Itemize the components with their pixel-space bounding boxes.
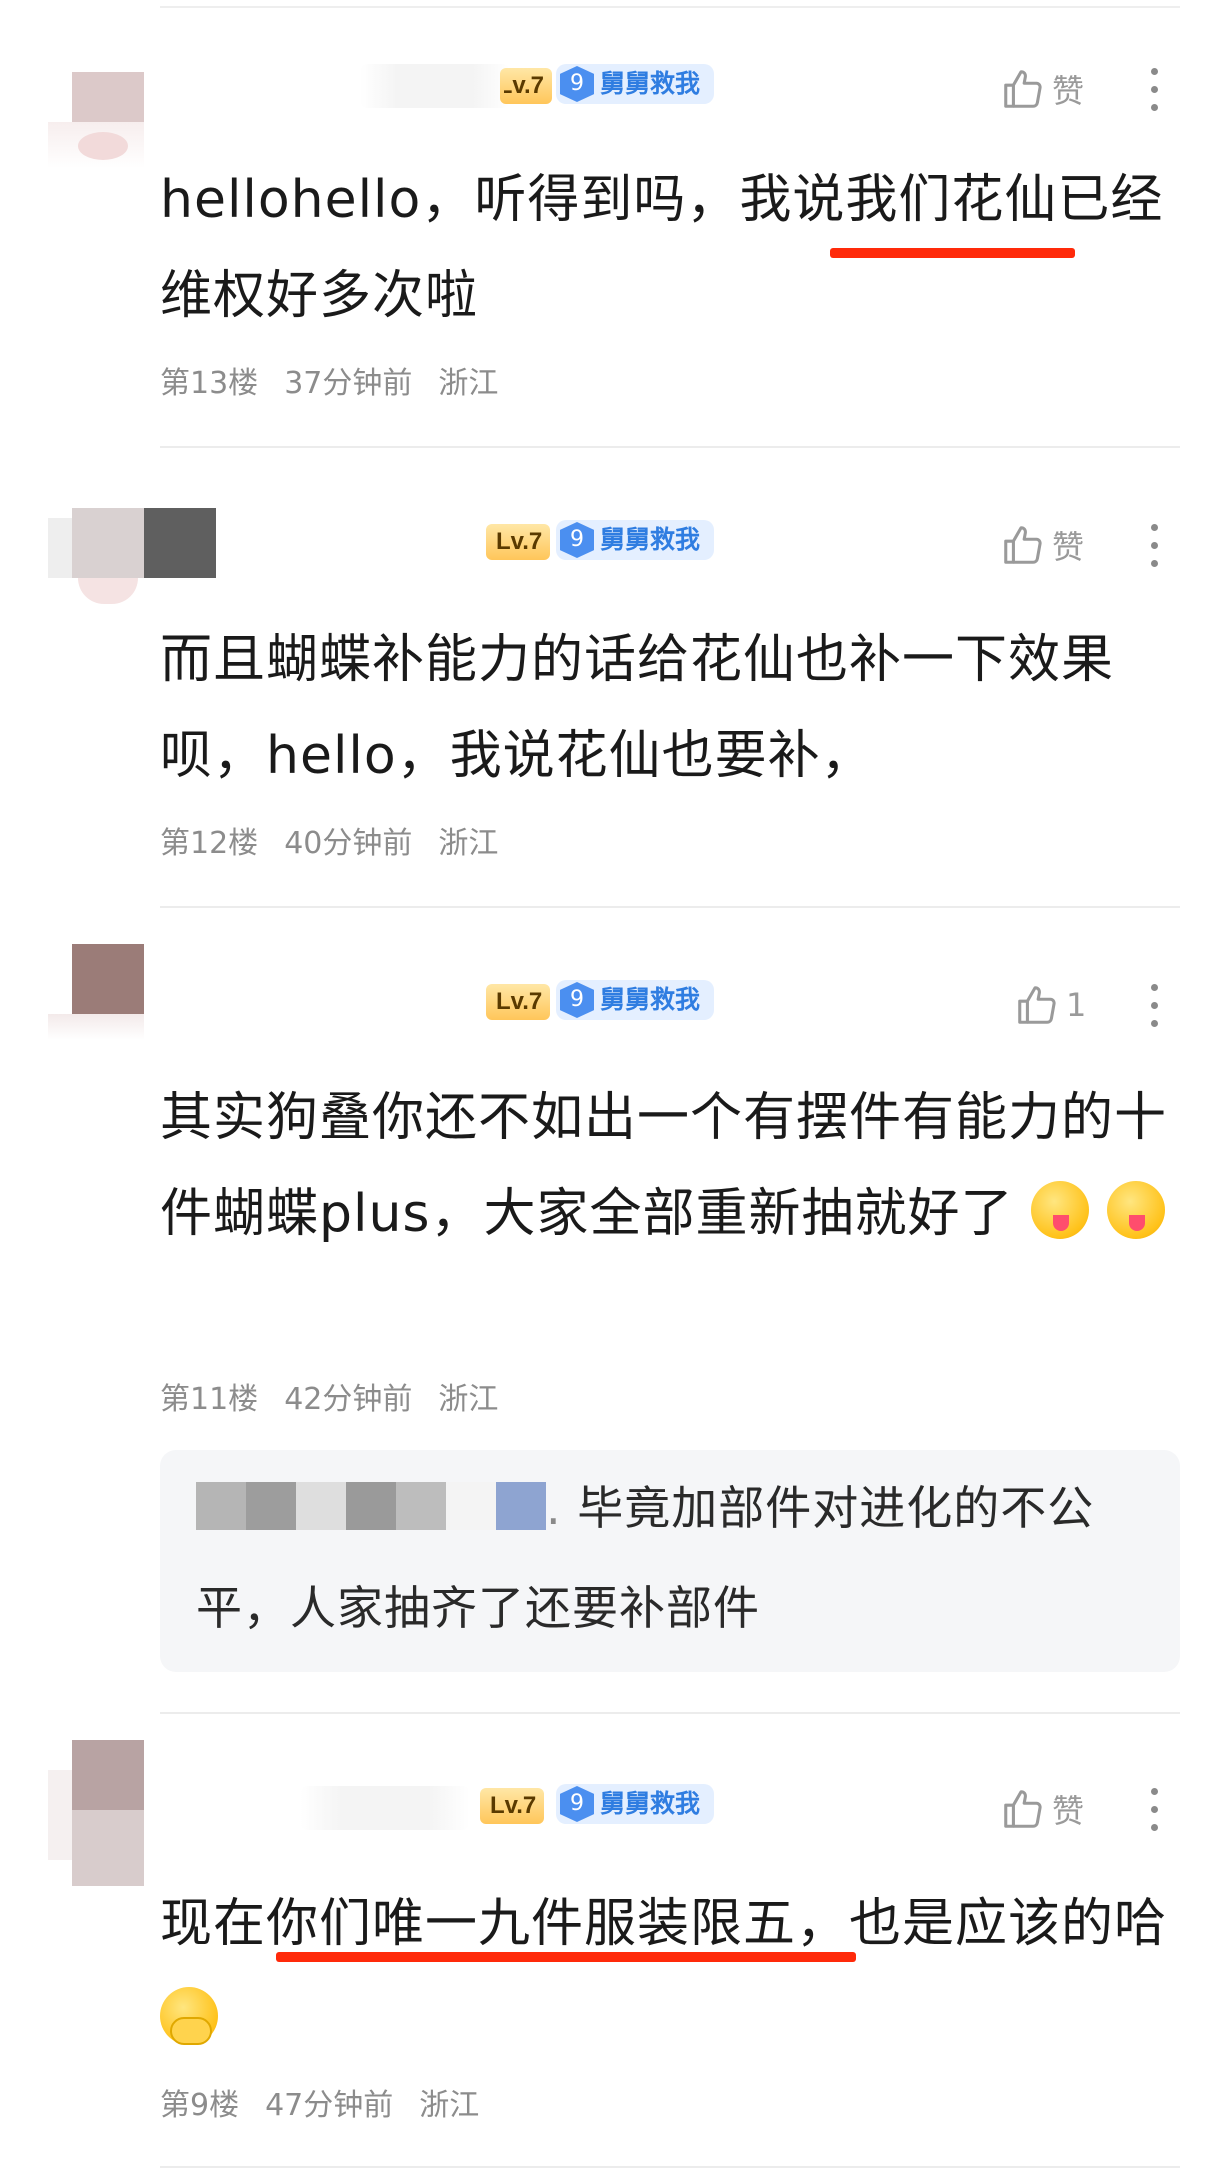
fan-badge[interactable]: 9 舅舅救我 (556, 1784, 715, 1824)
ip-location: 浙江 (438, 826, 499, 861)
comment-text-part: 现在 (160, 1894, 267, 1954)
fan-name: 舅舅救我 (600, 69, 701, 98)
fan-name: 舅舅救我 (600, 985, 701, 1014)
level-label: Lv.7 (504, 72, 544, 99)
comment-text: 现在你们唯一九件服装限五，也是应该的哈 (160, 1876, 1190, 2068)
like-label: 赞 (1052, 72, 1085, 110)
floor-number: 第13楼 (160, 366, 259, 401)
more-vertical-icon (1151, 524, 1158, 531)
level-badge: Lv.7 (480, 1788, 545, 1824)
comment-text: 其实狗叠你还不如出一个有摆件有能力的十件蝴蝶plus，大家全部重新抽就好了 (160, 1070, 1190, 1262)
level-badge: Lv.7 (500, 68, 552, 104)
comment-text-highlight: 我们花仙 (845, 170, 1058, 230)
face-with-hand-over-mouth-emoji (160, 1987, 218, 2045)
comment-meta: 第13楼 37分钟前 浙江 (160, 358, 498, 402)
more-vertical-icon (1151, 984, 1158, 991)
like-count: 1 (1066, 986, 1087, 1024)
fan-level-number: 9 (560, 1786, 594, 1822)
thumbs-up-icon (1004, 1790, 1042, 1828)
floor-number: 第12楼 (160, 826, 259, 861)
level-label: Lv.7 (490, 1792, 537, 1819)
fan-level-number: 9 (560, 522, 594, 558)
reply-preview[interactable]: . 毕竟加部件对进化的不公平，人家抽齐了还要补部件 (160, 1450, 1180, 1672)
level-label: Lv.7 (496, 988, 543, 1015)
comment-meta: 第9楼 47分钟前 浙江 (160, 2080, 479, 2124)
divider (160, 2166, 1180, 2168)
level-badge: Lv.7 (486, 984, 551, 1020)
comment-list-page: Lv.7 9 舅舅救我 赞 hellohello，听得到吗，我说我们花仙已经维权… (0, 0, 1220, 2177)
more-options-button[interactable] (1148, 66, 1160, 114)
top-divider (160, 6, 1180, 8)
thumbs-up-icon (1018, 986, 1056, 1024)
floor-number: 第9楼 (160, 2088, 240, 2123)
fan-badge[interactable]: 9 舅舅救我 (556, 520, 715, 560)
level-label: Lv.7 (496, 528, 543, 555)
fan-name: 舅舅救我 (600, 1789, 701, 1818)
face-savoring-food-emoji (1106, 1181, 1165, 1239)
username-redacted[interactable] (300, 1786, 470, 1830)
divider (160, 1712, 1180, 1714)
post-time: 40分钟前 (284, 826, 413, 861)
fan-badge[interactable]: 9 舅舅救我 (556, 980, 715, 1020)
fan-level-number: 9 (560, 982, 594, 1018)
comment-text: 而且蝴蝶补能力的话给花仙也补一下效果呗，hello，我说花仙也要补， (160, 630, 1115, 786)
thumbs-up-icon (1004, 526, 1042, 564)
post-time: 42分钟前 (284, 1382, 413, 1417)
post-time: 47分钟前 (265, 2088, 394, 2123)
more-options-button[interactable] (1148, 522, 1160, 570)
red-underline-annotation (276, 1952, 856, 1962)
avatar[interactable] (48, 944, 144, 1040)
divider (160, 906, 1180, 908)
like-button[interactable]: 赞 (1000, 522, 1084, 568)
fan-level-number: 9 (560, 66, 594, 102)
comment-text-part: ，也是应该的哈 (796, 1894, 1168, 1954)
ip-location: 浙江 (438, 366, 499, 401)
more-options-button[interactable] (1148, 982, 1160, 1030)
floor-number: 第11楼 (160, 1382, 259, 1417)
more-vertical-icon (1151, 68, 1158, 75)
reply-text: . 毕竟加部件对进化的不公平，人家抽齐了还要补部件 (196, 1458, 1146, 1658)
more-vertical-icon (1151, 1788, 1158, 1795)
like-button[interactable]: 1 (1014, 982, 1086, 1028)
level-badge: Lv.7 (486, 524, 551, 560)
comment-text-highlight: 你们唯一九件服装限五 (266, 1894, 797, 1954)
like-button[interactable]: 赞 (1000, 1786, 1084, 1832)
like-label: 赞 (1052, 1792, 1085, 1830)
divider (160, 446, 1180, 448)
like-button[interactable]: 赞 (1000, 66, 1084, 112)
fan-name: 舅舅救我 (600, 525, 701, 554)
post-time: 37分钟前 (284, 366, 413, 401)
comment-meta: 第12楼 40分钟前 浙江 (160, 818, 498, 862)
comment-text-content: 其实狗叠你还不如出一个有摆件有能力的十件蝴蝶plus，大家全部重新抽就好了 (160, 1088, 1168, 1244)
red-underline-annotation (830, 248, 1075, 258)
fan-badge[interactable]: 9 舅舅救我 (556, 64, 715, 104)
username-redacted[interactable] (360, 64, 510, 108)
face-savoring-food-emoji (1031, 1181, 1090, 1239)
comment-meta: 第11楼 42分钟前 浙江 (160, 1374, 498, 1418)
avatar[interactable] (48, 72, 144, 168)
more-options-button[interactable] (1148, 1786, 1160, 1834)
comment-text-part: hellohello，听得到吗，我说 (160, 170, 846, 230)
ip-location: 浙江 (419, 2088, 480, 2123)
avatar[interactable] (48, 1740, 144, 1886)
like-label: 赞 (1052, 528, 1085, 566)
thumbs-up-icon (1004, 70, 1042, 108)
ip-location: 浙江 (438, 1382, 499, 1417)
replier-name-redacted (196, 1464, 546, 1530)
avatar[interactable] (48, 508, 220, 604)
